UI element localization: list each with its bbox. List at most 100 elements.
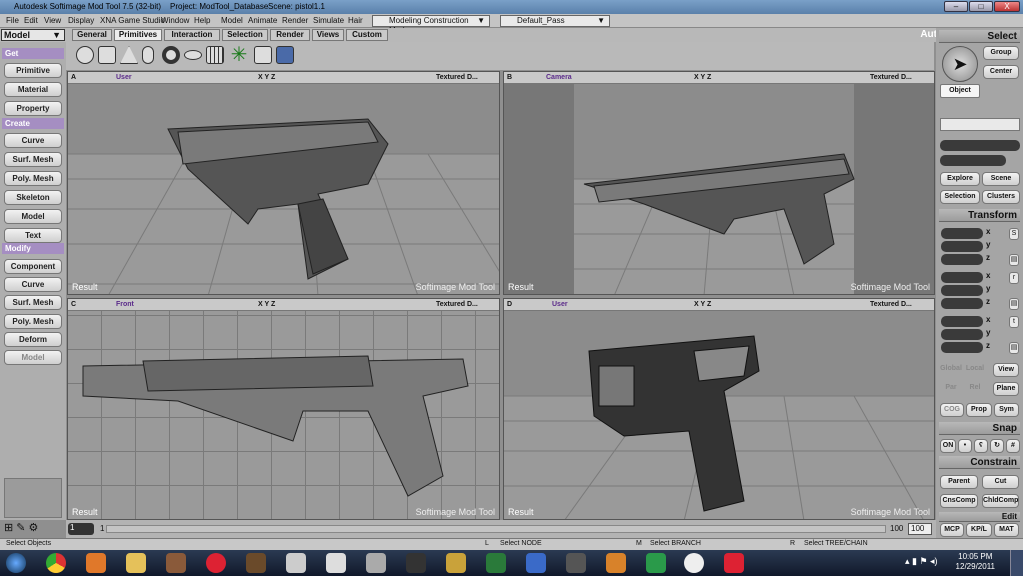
pass-select[interactable]: Default_Pass ▼ — [500, 15, 610, 27]
sphere-icon[interactable] — [76, 46, 94, 64]
viewport-d[interactable]: D User X Y Z Textured D... Result Softim… — [503, 298, 935, 520]
tab-general[interactable]: General — [72, 29, 112, 41]
axis-toggles[interactable]: X Y Z — [258, 301, 275, 308]
selection-button[interactable]: Selection — [940, 190, 980, 204]
cut-button[interactable]: Cut — [982, 475, 1019, 489]
app-icon-1[interactable] — [166, 553, 186, 573]
media-player-icon[interactable] — [86, 553, 106, 573]
scale-lock-icon[interactable]: ▤ — [1009, 254, 1019, 266]
global-button[interactable]: Global — [940, 363, 962, 377]
app-icon-7[interactable] — [406, 553, 426, 573]
menu-help[interactable]: Help — [194, 16, 210, 25]
tab-render[interactable]: Render — [270, 29, 310, 41]
selection-filter-field[interactable] — [940, 118, 1020, 131]
create-text-button[interactable]: Text — [4, 228, 62, 243]
snap-rotate-icon[interactable]: ↻ — [990, 439, 1004, 453]
modify-surf-mesh-button[interactable]: Surf. Mesh — [4, 295, 62, 310]
prop-button[interactable]: Prop — [966, 403, 992, 417]
menu-window[interactable]: Window — [161, 16, 189, 25]
selection-field[interactable] — [940, 140, 1020, 151]
tab-interaction[interactable]: Interaction — [164, 29, 220, 41]
disc-icon[interactable] — [184, 50, 202, 60]
show-desktop-button[interactable] — [1010, 550, 1023, 576]
snap-on-toggle[interactable]: ON — [940, 439, 956, 453]
cube-icon[interactable] — [98, 46, 116, 64]
create-surf-mesh-button[interactable]: Surf. Mesh — [4, 152, 62, 167]
app-icon-14[interactable] — [724, 553, 744, 573]
mode-select[interactable]: Model ▼ — [1, 29, 65, 41]
null-icon[interactable]: ✳ — [230, 45, 248, 65]
menu-render[interactable]: Render — [282, 16, 308, 25]
end-frame-field[interactable]: 100 — [908, 523, 932, 535]
create-model-button[interactable]: Model — [4, 209, 62, 224]
rotate-lock-icon[interactable]: ▤ — [1009, 298, 1019, 310]
selection-name-field[interactable] — [940, 155, 1006, 166]
parent-button[interactable]: Parent — [940, 475, 978, 489]
viewport-b[interactable]: B Camera X Y Z Textured D... Result Soft… — [503, 71, 935, 295]
tray-icons[interactable]: ▴ ▮ ⚑ ◂) — [905, 556, 963, 570]
modify-deform-button[interactable]: Deform — [4, 332, 62, 347]
app-icon-6[interactable] — [366, 553, 386, 573]
translate-x-field[interactable] — [941, 316, 983, 327]
display-mode-select[interactable]: Textured D... — [436, 74, 478, 81]
create-skeleton-button[interactable]: Skeleton — [4, 190, 62, 205]
rotate-z-field[interactable] — [941, 298, 983, 309]
get-property-button[interactable]: Property — [4, 101, 62, 116]
translate-y-field[interactable] — [941, 329, 983, 340]
start-frame-field[interactable]: 1 — [68, 523, 94, 535]
view-button[interactable]: View — [993, 363, 1019, 377]
tab-primitives[interactable]: Primitives — [114, 29, 162, 41]
kpl-tab[interactable]: KP/L — [966, 523, 992, 537]
menu-display[interactable]: Display — [68, 16, 94, 25]
modify-component-button[interactable]: Component — [4, 259, 62, 274]
minimize-button[interactable]: – — [944, 1, 968, 12]
snap-point-icon[interactable]: • — [958, 439, 972, 453]
menu-edit[interactable]: Edit — [24, 16, 38, 25]
clock[interactable]: 10:05 PM 12/29/2011 — [956, 552, 995, 572]
menu-animate[interactable]: Animate — [248, 16, 277, 25]
tool-icons[interactable]: ⊞ ✎ ⚙ — [4, 521, 62, 535]
timeline-track[interactable] — [106, 525, 886, 533]
timeline[interactable]: 1 1 100 100 — [66, 520, 936, 538]
tab-custom[interactable]: Custom — [346, 29, 388, 41]
modify-poly-mesh-button[interactable]: Poly. Mesh — [4, 314, 62, 329]
viewport-canvas[interactable]: Result Softimage Mod Tool — [504, 84, 934, 294]
viewport-canvas[interactable]: Result Softimage Mod Tool — [68, 84, 499, 294]
axis-toggles[interactable]: X Y Z — [258, 74, 275, 81]
snap-grid-icon[interactable]: # — [1006, 439, 1020, 453]
rotate-y-field[interactable] — [941, 285, 983, 296]
scale-x-field[interactable] — [941, 228, 983, 239]
modify-curve-button[interactable]: Curve — [4, 277, 62, 292]
app-icon-11[interactable] — [566, 553, 586, 573]
camera-select[interactable]: Camera — [546, 74, 572, 81]
viewport-canvas[interactable]: Result Softimage Mod Tool — [504, 311, 934, 519]
close-button[interactable]: X — [994, 1, 1020, 12]
app-icon-12[interactable] — [606, 553, 626, 573]
snap-curve-icon[interactable]: ʕ — [974, 439, 988, 453]
display-mode-select[interactable]: Textured D... — [870, 74, 912, 81]
clusters-button[interactable]: Clusters — [982, 190, 1020, 204]
local-button[interactable]: Local — [964, 363, 986, 377]
mcp-tab[interactable]: MCP — [940, 523, 964, 537]
grid-icon[interactable] — [206, 46, 224, 64]
create-curve-button[interactable]: Curve — [4, 133, 62, 148]
layout-icons[interactable] — [4, 478, 62, 518]
chldcomp-button[interactable]: ChldComp — [982, 494, 1019, 508]
camera-select[interactable]: User — [116, 74, 132, 81]
cylinder-icon[interactable] — [142, 46, 154, 64]
folder-icon[interactable] — [126, 553, 146, 573]
viewport-c[interactable]: C Front X Y Z Textured D... Result Softi… — [67, 298, 500, 520]
modify-model-button[interactable]: Model — [4, 350, 62, 365]
geometry-icon[interactable] — [276, 46, 294, 64]
translate-z-field[interactable] — [941, 342, 983, 353]
camera-select[interactable]: Front — [116, 301, 134, 308]
group-button[interactable]: Group — [983, 46, 1019, 60]
app-icon-8[interactable] — [446, 553, 466, 573]
viewport-a[interactable]: A User X Y Z Textured D... Result Softim… — [67, 71, 500, 295]
construction-mode-select[interactable]: Modeling Construction Mode ▼ — [372, 15, 490, 35]
cog-button[interactable]: COG — [940, 403, 964, 417]
center-button[interactable]: Center — [983, 65, 1019, 79]
display-mode-select[interactable]: Textured D... — [870, 301, 912, 308]
display-mode-select[interactable]: Textured D... — [436, 301, 478, 308]
tab-selection[interactable]: Selection — [222, 29, 268, 41]
